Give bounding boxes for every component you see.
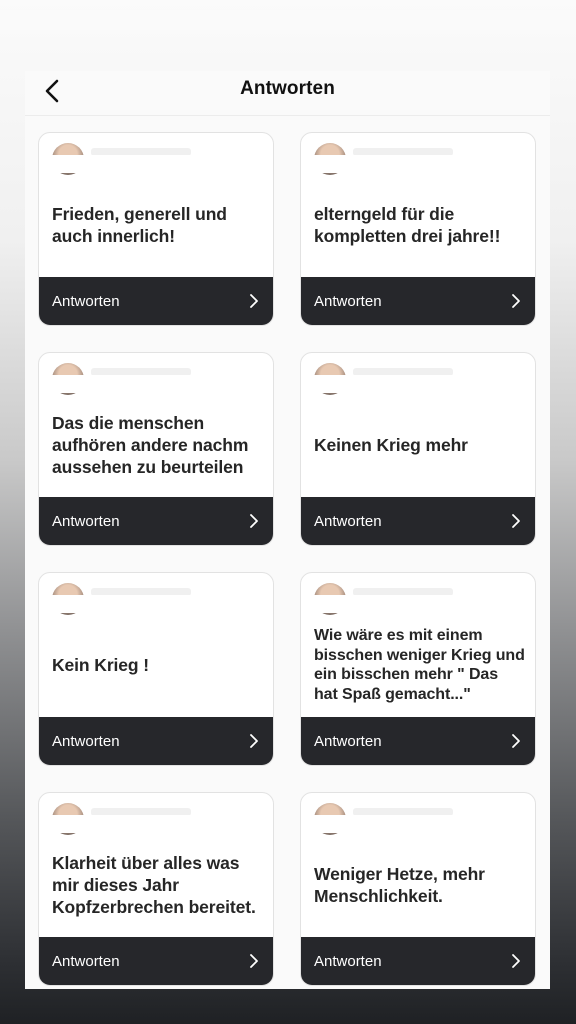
reply-text: elterngeld für die kompletten drei jahre… [314, 204, 501, 246]
chevron-right-icon [249, 293, 259, 309]
reply-button[interactable]: Antworten [39, 717, 273, 765]
reply-text: Keinen Krieg mehr [314, 435, 468, 455]
reply-text: Frieden, generell und auch innerlich! [52, 204, 227, 246]
reply-button[interactable]: Antworten [301, 937, 535, 985]
chevron-right-icon [511, 733, 521, 749]
reply-button-label: Antworten [314, 292, 382, 310]
reply-card: Keinen Krieg mehr Antworten [300, 352, 536, 546]
card-header [39, 133, 273, 175]
card-header [301, 353, 535, 395]
reply-card: Wie wäre es mit einem bisschen weniger K… [300, 572, 536, 766]
reply-button-label: Antworten [314, 952, 382, 970]
page-title: Antworten [240, 78, 335, 99]
top-bar: Antworten [25, 71, 550, 116]
chevron-right-icon [249, 513, 259, 529]
reply-button[interactable]: Antworten [301, 277, 535, 325]
card-header [39, 573, 273, 615]
card-header [301, 573, 535, 615]
chevron-right-icon [511, 953, 521, 969]
reply-button-label: Antworten [314, 732, 382, 750]
card-header [39, 353, 273, 395]
reply-card: Weniger Hetze, mehr Menschlichkeit. Antw… [300, 792, 536, 986]
reply-button[interactable]: Antworten [39, 937, 273, 985]
reply-text: Das die menschen aufhören andere nachm a… [52, 413, 249, 477]
reply-button-label: Antworten [52, 952, 120, 970]
card-header [301, 133, 535, 175]
card-header [301, 793, 535, 835]
reply-button-label: Antworten [52, 292, 120, 310]
card-header [39, 793, 273, 835]
chevron-right-icon [511, 293, 521, 309]
reply-button-label: Antworten [314, 512, 382, 530]
reply-text: Weniger Hetze, mehr Menschlichkeit. [314, 864, 485, 906]
chevron-right-icon [249, 733, 259, 749]
reply-button[interactable]: Antworten [301, 717, 535, 765]
reply-text: Klarheit über alles was mir dieses Jahr … [52, 853, 256, 917]
reply-button[interactable]: Antworten [301, 497, 535, 545]
reply-card: Frieden, generell und auch innerlich! An… [38, 132, 274, 326]
reply-button[interactable]: Antworten [39, 497, 273, 545]
reply-card: Kein Krieg ! Antworten [38, 572, 274, 766]
reply-button-label: Antworten [52, 512, 120, 530]
chevron-right-icon [511, 513, 521, 529]
reply-card: Das die menschen aufhören andere nachm a… [38, 352, 274, 546]
reply-text: Wie wäre es mit einem bisschen weniger K… [314, 627, 525, 703]
reply-button[interactable]: Antworten [39, 277, 273, 325]
reply-card: Klarheit über alles was mir dieses Jahr … [38, 792, 274, 986]
replies-panel: Antworten Frieden, generell und auch inn… [25, 71, 550, 989]
reply-button-label: Antworten [52, 732, 120, 750]
chevron-right-icon [249, 953, 259, 969]
reply-text: Kein Krieg ! [52, 655, 150, 675]
reply-card: elterngeld für die kompletten drei jahre… [300, 132, 536, 326]
